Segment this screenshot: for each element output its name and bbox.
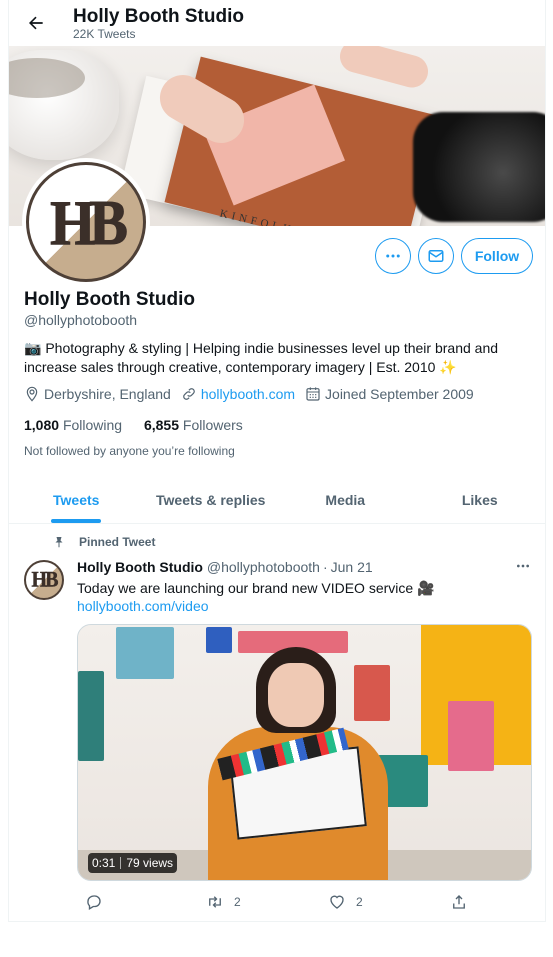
reply-button[interactable] [85,893,113,911]
tweet-date[interactable]: Jun 21 [331,559,373,575]
website: hollybooth.com [181,386,295,402]
top-bar: Holly Booth Studio 22K Tweets [9,0,545,46]
tweet-header: Holly Booth Studio @hollyphotobooth · Jun … [77,559,373,575]
more-horizontal-icon [386,254,400,258]
not-followed-text: Not followed by anyone you’re following [24,444,235,458]
tab-label: Tweets & replies [156,491,266,508]
profile-meta: Derbyshire, England hollybooth.com Joine… [24,386,484,402]
video-duration: 0:31 [92,856,116,870]
tweet-count: 22K Tweets [73,27,136,41]
arrow-left-icon [29,16,43,30]
profile-tabs: Tweets Tweets & replies Media Likes [9,476,546,524]
pinned-label: Pinned Tweet [79,535,156,549]
following-count: 1,080 [24,417,60,433]
retweet-button[interactable]: 2 [206,893,241,911]
like-count: 2 [356,895,363,909]
location: Derbyshire, England [24,386,171,402]
back-button[interactable] [21,8,51,38]
bio-line: 📷 Photography & styling | Helping indie … [24,340,499,356]
tweet-more-button[interactable] [511,556,535,576]
profile-bio: 📷 Photography & styling | Helping indie … [24,339,504,377]
video-wall-art [116,627,174,679]
divider [9,921,545,922]
profile-stats: 1,080 Following 6,855 Followers [24,417,261,433]
tab-tweets[interactable]: Tweets [9,476,144,523]
tab-active-indicator [51,519,102,523]
tweet-avatar-text: HB [31,567,58,592]
profile-name: Holly Booth Studio [24,289,195,310]
tab-label: Tweets [53,491,100,508]
header-title: Holly Booth Studio [73,6,244,27]
reply-icon [87,895,101,910]
video-stats-badge: 0:31 79 views [88,853,178,873]
tab-label: Likes [461,491,498,508]
joined-text: Joined September 2009 [325,386,474,402]
followers-label: Followers [182,417,243,433]
calendar-icon [306,387,320,401]
video-wall-art [78,671,104,761]
profile-column: Holly Booth Studio 22K Tweets KINFOLK HB… [8,0,546,922]
avatar-logo: HB [26,162,146,282]
share-icon [453,895,465,909]
link-icon [183,388,195,400]
location-pin-icon [26,386,38,402]
envelope-icon [428,250,444,262]
video-views: 79 views [126,856,174,870]
share-button[interactable] [450,893,478,911]
tweet-video[interactable]: 0:31 79 views [77,624,532,881]
following-label: Following [62,417,123,433]
retweet-icon [209,896,221,908]
tweet-avatar[interactable]: HB [24,560,64,600]
banner-cup [9,50,119,160]
followers-count: 6,855 [143,417,180,433]
profile-avatar[interactable]: HB [22,158,150,286]
like-button[interactable]: 2 [328,893,363,911]
tab-likes[interactable]: Likes [413,476,546,523]
banner-hand [336,46,432,92]
heart-icon [330,895,344,909]
location-text: Derbyshire, England [44,386,171,402]
more-options-button[interactable] [375,238,411,274]
tweet-author-handle[interactable]: @hollyphotobooth [207,559,320,575]
tweet-text: Today we are launching our brand new VID… [77,580,435,596]
retweet-count: 2 [234,895,241,909]
tweet-actions: 2 2 [77,890,532,914]
following-stat[interactable]: 1,080 Following [24,417,122,433]
tweet-date-separator: · [322,559,328,575]
joined: Joined September 2009 [305,386,474,402]
banner-camera [413,112,545,222]
pinned-indicator: Pinned Tweet [53,535,155,549]
pin-icon [55,537,63,548]
followers-stat[interactable]: 6,855 Followers [144,417,243,433]
tweet-link[interactable]: hollybooth.com/video [77,598,209,614]
video-wall-art [448,701,494,771]
bio-line: increase sales through creative, contemp… [24,359,457,375]
profile-handle: @hollyphotobooth [24,312,138,328]
avatar-logo-text: HB [50,186,129,259]
website-link[interactable]: hollybooth.com [201,386,295,402]
tweet-author-name[interactable]: Holly Booth Studio [77,559,203,575]
tab-media[interactable]: Media [278,476,413,523]
tab-label: Media [325,491,366,508]
more-horizontal-icon [517,564,529,568]
tab-tweets-replies[interactable]: Tweets & replies [144,476,279,523]
follow-button[interactable]: Follow [461,238,533,274]
message-button[interactable] [418,238,454,274]
